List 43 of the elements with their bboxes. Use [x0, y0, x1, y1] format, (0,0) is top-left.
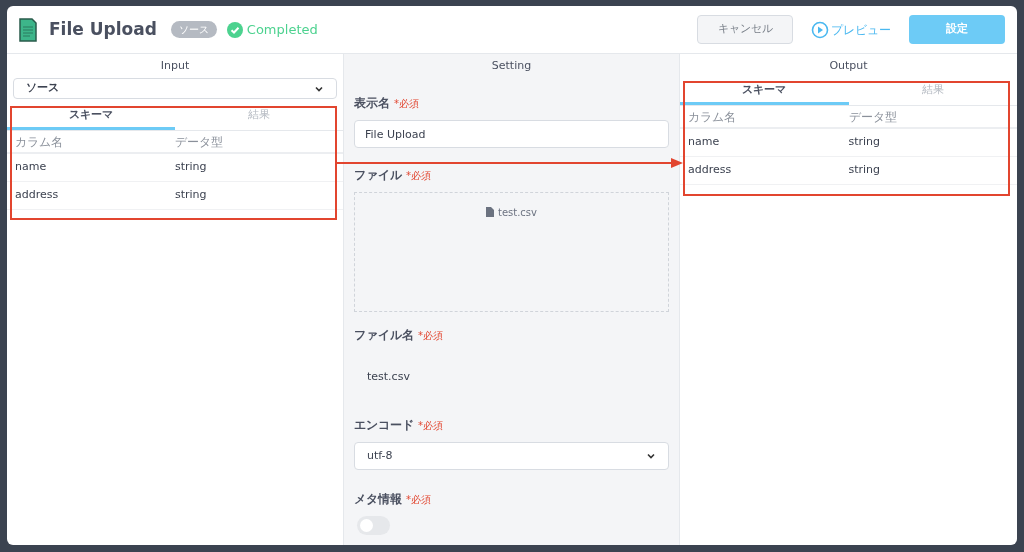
field-label: エンコード [354, 417, 414, 434]
document-icon [19, 17, 37, 42]
check-circle-icon [226, 21, 243, 38]
source-select[interactable]: ソース [13, 78, 337, 99]
panel-heading: Input [159, 57, 191, 74]
required-mark: *必須 [418, 419, 443, 433]
field-label: ファイル名 [354, 327, 414, 344]
column-header: データ型 [848, 108, 898, 126]
file-name-value: test.csv [367, 368, 410, 385]
required-mark: *必須 [406, 169, 431, 183]
table-cell-text: name [688, 134, 721, 151]
cancel-button[interactable]: キャンセル [697, 15, 793, 44]
column-header: カラム名 [688, 108, 737, 126]
column-header: データ型 [175, 133, 224, 151]
text-field[interactable]: File Upload [354, 120, 669, 148]
table-cell-text: string [175, 187, 208, 204]
chevron-icon [646, 451, 656, 461]
play-icon [811, 20, 829, 39]
tab[interactable]: スキーマ [680, 78, 849, 105]
field-label: 表示名 [354, 95, 390, 112]
status-badge: ソース [170, 21, 217, 38]
table-cell-text: string [848, 134, 882, 151]
tab[interactable]: スキーマ [7, 103, 175, 130]
field-label: ファイル [354, 167, 402, 184]
required-mark: *必須 [394, 97, 419, 111]
table-cell-text: name [15, 159, 48, 176]
panel-heading: Setting [490, 57, 533, 74]
file-icon [486, 207, 494, 217]
title: File Upload [49, 17, 157, 41]
toggle-switch[interactable] [357, 516, 390, 535]
field-label: メタ情報 [354, 491, 402, 508]
table-cell-text: address [688, 162, 733, 179]
column-header: カラム名 [15, 133, 64, 151]
required-mark: *必須 [418, 329, 443, 343]
table-cell-text: string [848, 162, 882, 179]
file-name: test.csv [498, 206, 537, 220]
status-label: Completed [246, 20, 318, 39]
panel-heading: Output [828, 57, 869, 74]
required-mark: *必須 [406, 493, 431, 507]
table-cell-text: string [175, 159, 208, 176]
table-cell-text: address [15, 187, 60, 204]
file-dropzone[interactable]: test.csv [354, 192, 669, 312]
encoding-select[interactable]: utf-8 [354, 442, 669, 470]
